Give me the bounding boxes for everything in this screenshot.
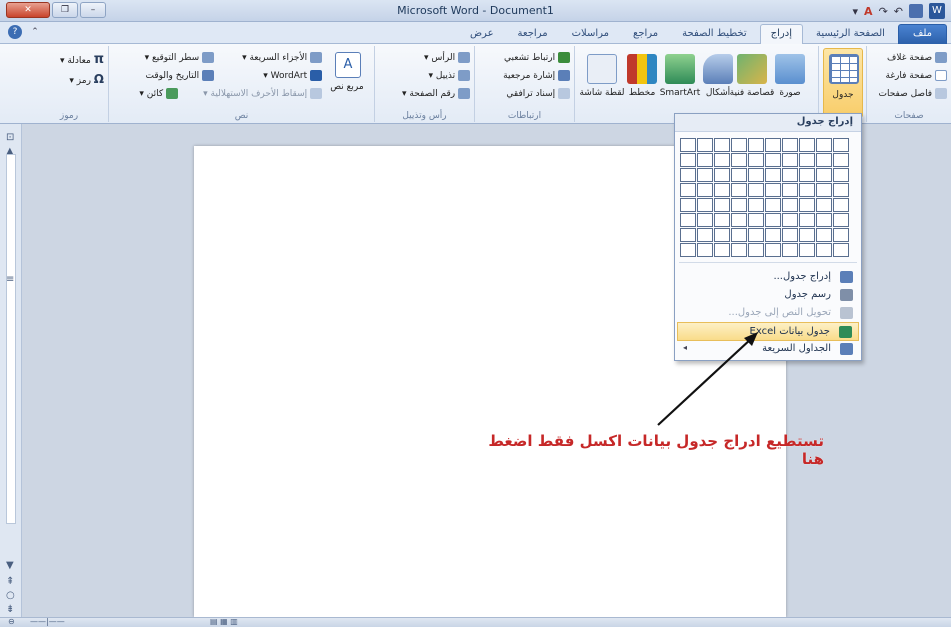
annotation-arrow-line (657, 337, 753, 426)
annotation-arrow (657, 332, 758, 426)
annotation-text: تستطيع ادراج جدول بيانات اكسل فقط اضغط ه… (488, 432, 824, 468)
